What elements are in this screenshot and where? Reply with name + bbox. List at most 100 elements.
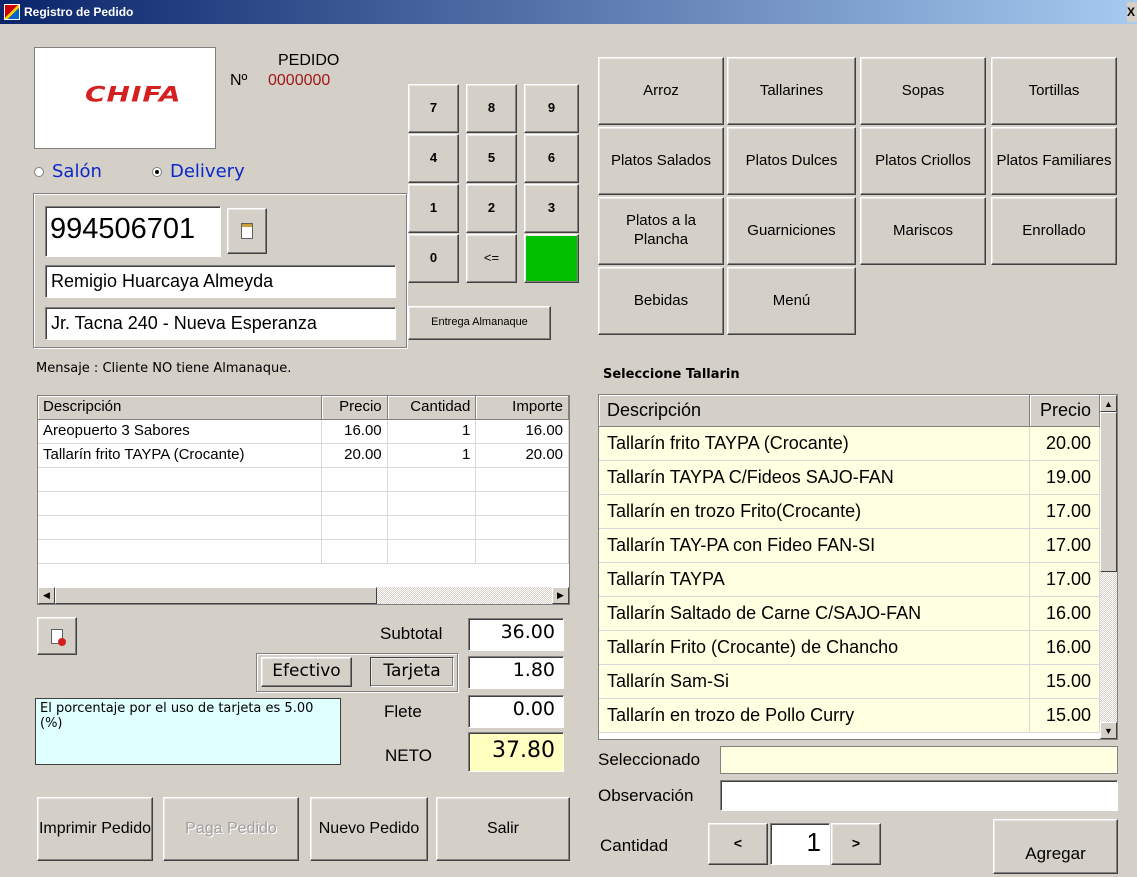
category-tallarines[interactable]: Tallarines <box>727 57 856 125</box>
table-row[interactable]: Areopuerto 3 Sabores 16.00 1 16.00 <box>38 420 569 444</box>
key-7[interactable]: 7 <box>408 84 459 133</box>
cell: 15.00 <box>1030 699 1100 733</box>
scroll-right-icon[interactable]: ▶ <box>552 587 569 604</box>
menu-row[interactable]: Tallarín Saltado de Carne C/SAJO-FAN 16.0… <box>599 597 1117 631</box>
key-2[interactable]: 2 <box>466 184 517 233</box>
radio-delivery[interactable]: Delivery <box>152 161 245 182</box>
menu-row[interactable]: Tallarín en trozo de Pollo Curry 15.00 <box>599 699 1117 733</box>
scroll-left-icon[interactable]: ◀ <box>38 587 55 604</box>
table-row[interactable]: Tallarín frito TAYPA (Crocante) 20.00 1 … <box>38 444 569 468</box>
lookup-button[interactable] <box>227 208 267 254</box>
vertical-scrollbar[interactable]: ▲ ▼ <box>1100 395 1117 739</box>
scroll-thumb[interactable] <box>55 587 377 604</box>
scroll-thumb[interactable] <box>1100 412 1117 572</box>
tarjeta-button[interactable]: Tarjeta <box>370 657 454 687</box>
decrement-button[interactable]: < <box>708 823 768 865</box>
key-enter-button[interactable] <box>524 234 579 283</box>
category-platos-plancha[interactable]: Platos a la Plancha <box>598 197 724 265</box>
customer-name-input[interactable]: Remigio Huarcaya Almeyda <box>45 265 396 298</box>
cell: 20.00 <box>321 444 388 468</box>
menu-row[interactable]: Tallarín TAY-PA con Fideo FAN-SI 17.00 <box>599 529 1117 563</box>
increment-button[interactable]: > <box>831 823 881 865</box>
category-bebidas[interactable]: Bebidas <box>598 267 724 335</box>
horizontal-scrollbar[interactable]: ◀ ▶ <box>38 587 569 604</box>
efectivo-button[interactable]: Efectivo <box>261 657 352 687</box>
radio-salon[interactable]: Salón <box>34 161 102 182</box>
order-number: 0000000 <box>268 72 331 89</box>
cell: Tallarín TAY-PA con Fideo FAN-SI <box>599 529 1030 563</box>
agregar-button[interactable]: Agregar <box>993 819 1118 874</box>
key-3[interactable]: 3 <box>524 184 579 233</box>
category-tortillas[interactable]: Tortillas <box>991 57 1117 125</box>
key-0[interactable]: 0 <box>408 234 459 283</box>
cell: 1 <box>387 444 477 468</box>
seleccionado-label: Seleccionado <box>598 750 701 769</box>
paga-pedido-button[interactable]: Paga Pedido <box>163 797 299 861</box>
menu-row[interactable]: Tallarín frito TAYPA (Crocante) 20.00 <box>599 427 1117 461</box>
close-button[interactable]: X <box>1127 2 1137 22</box>
cell: Areopuerto 3 Sabores <box>38 420 322 444</box>
radio-dot-selected-icon <box>152 166 162 177</box>
delete-item-button[interactable] <box>37 617 77 655</box>
menu-row[interactable]: Tallarín TAYPA C/Fideos SAJO-FAN 19.00 <box>599 461 1117 495</box>
menu-row[interactable]: Tallarín en trozo Frito(Crocante) 17.00 <box>599 495 1117 529</box>
key-8[interactable]: 8 <box>466 84 517 133</box>
col-precio[interactable]: Precio <box>321 396 388 420</box>
cell: 16.00 <box>321 420 388 444</box>
radio-delivery-label: Delivery <box>170 161 245 182</box>
notepad-icon <box>241 223 253 239</box>
col-cantidad[interactable]: Cantidad <box>387 396 477 420</box>
col-importe[interactable]: Importe <box>476 396 569 420</box>
menu-row[interactable]: Tallarín TAYPA 17.00 <box>599 563 1117 597</box>
key-9[interactable]: 9 <box>524 84 579 133</box>
category-platos-dulces[interactable]: Platos Dulces <box>727 127 856 195</box>
menu-table[interactable]: Descripción Precio Tallarín frito TAYPA … <box>598 394 1118 740</box>
cell: 17.00 <box>1030 529 1100 563</box>
cell: Tallarín en trozo Frito(Crocante) <box>599 495 1030 529</box>
salir-button[interactable]: Salir <box>436 797 570 861</box>
category-platos-salados[interactable]: Platos Salados <box>598 127 724 195</box>
cell: Tallarín frito TAYPA (Crocante) <box>38 444 322 468</box>
key-6[interactable]: 6 <box>524 134 579 183</box>
cantidad-input[interactable]: 1 <box>770 823 830 865</box>
category-sopas[interactable]: Sopas <box>860 57 986 125</box>
order-table-header: Descripción Precio Cantidad Importe <box>38 396 569 420</box>
category-enrollado[interactable]: Enrollado <box>991 197 1117 265</box>
customer-address-input[interactable]: Jr. Tacna 240 - Nueva Esperanza <box>45 307 396 340</box>
category-guarniciones[interactable]: Guarniciones <box>727 197 856 265</box>
key-5[interactable]: 5 <box>466 134 517 183</box>
cell: Tallarín TAYPA <box>599 563 1030 597</box>
category-mariscos[interactable]: Mariscos <box>860 197 986 265</box>
category-menu[interactable]: Menú <box>727 267 856 335</box>
scroll-up-icon[interactable]: ▲ <box>1100 395 1117 412</box>
imprimir-pedido-button[interactable]: Imprimir Pedido <box>37 797 153 861</box>
order-table[interactable]: Descripción Precio Cantidad Importe Areo… <box>37 395 570 605</box>
col-descripcion[interactable]: Descripción <box>38 396 322 420</box>
cell: Tallarín TAYPA C/Fideos SAJO-FAN <box>599 461 1030 495</box>
key-backspace[interactable]: <= <box>466 234 517 283</box>
category-platos-familiares[interactable]: Platos Familiares <box>991 127 1117 195</box>
key-1[interactable]: 1 <box>408 184 459 233</box>
observacion-input[interactable] <box>720 780 1118 811</box>
observacion-label: Observación <box>598 786 694 805</box>
scroll-down-icon[interactable]: ▼ <box>1100 722 1117 739</box>
col-menu-precio[interactable]: Precio <box>1030 395 1100 427</box>
radio-salon-label: Salón <box>52 161 102 182</box>
cell: 17.00 <box>1030 495 1100 529</box>
flete-input[interactable]: 0.00 <box>468 695 564 728</box>
cell: Tallarín frito TAYPA (Crocante) <box>599 427 1030 461</box>
delete-document-icon <box>51 628 66 646</box>
entrega-almanaque-button[interactable]: Entrega Almanaque <box>408 306 551 340</box>
key-4[interactable]: 4 <box>408 134 459 183</box>
table-row-empty <box>38 540 569 564</box>
nuevo-pedido-button[interactable]: Nuevo Pedido <box>310 797 428 861</box>
neto-value: 37.80 <box>468 732 564 772</box>
radio-dot-icon <box>34 166 44 177</box>
category-platos-criollos[interactable]: Platos Criollos <box>860 127 986 195</box>
menu-row[interactable]: Tallarín Sam-Si 15.00 <box>599 665 1117 699</box>
menu-row[interactable]: Tallarín Frito (Crocante) de Chancho 16.0… <box>599 631 1117 665</box>
phone-input[interactable]: 994506701 <box>45 206 221 257</box>
col-menu-descripcion[interactable]: Descripción <box>599 395 1030 427</box>
selection-title: Seleccione Tallarin <box>603 367 740 382</box>
category-arroz[interactable]: Arroz <box>598 57 724 125</box>
